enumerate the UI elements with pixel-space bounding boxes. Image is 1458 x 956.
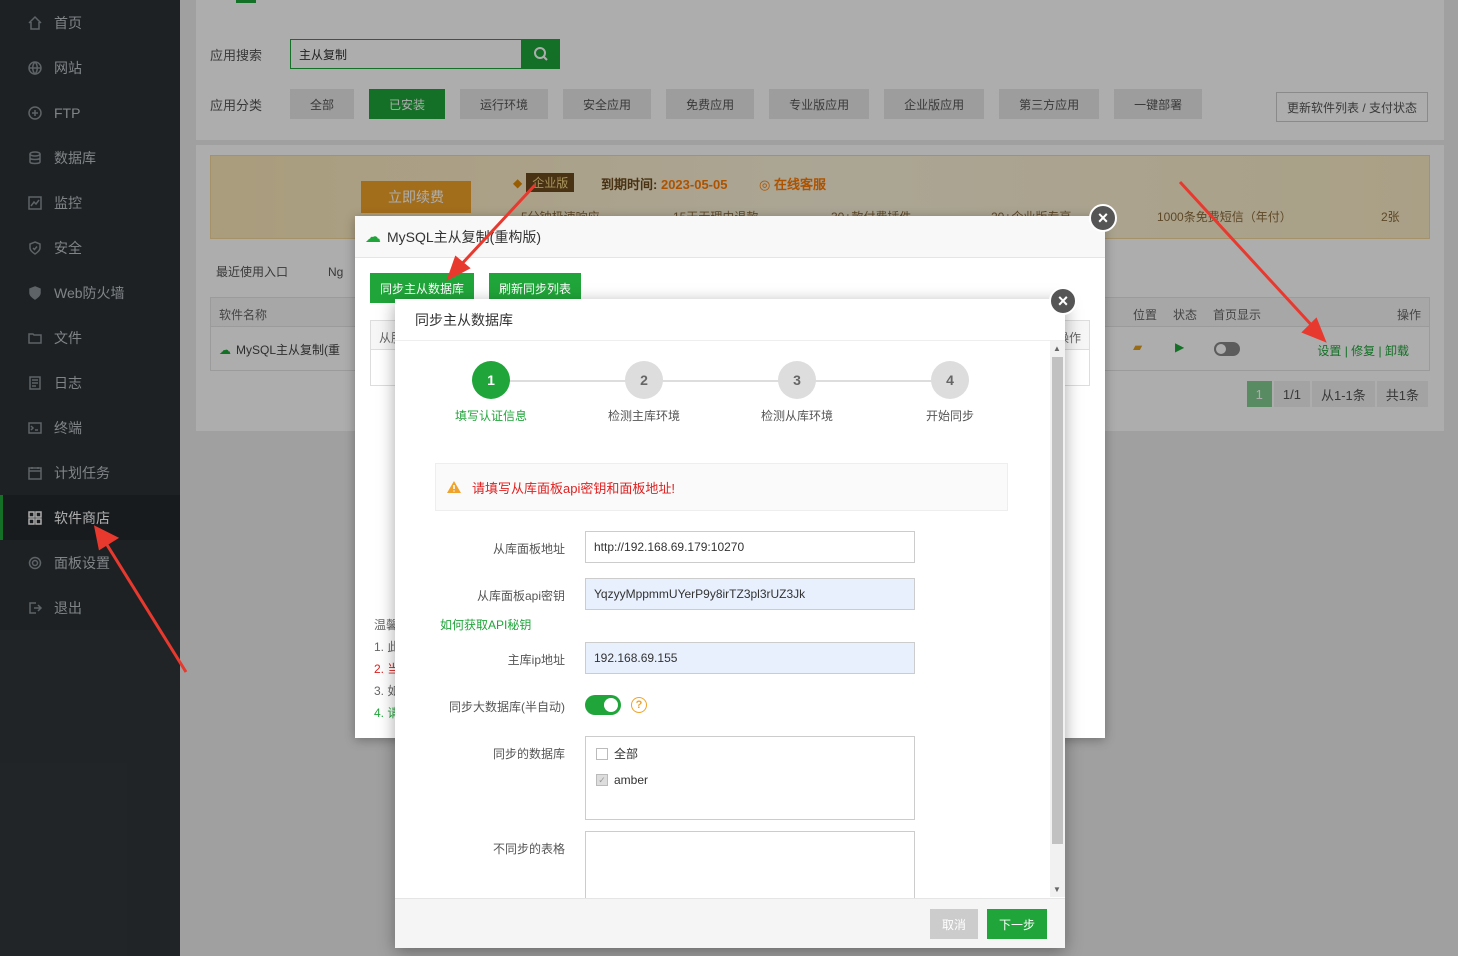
step-1: 1 填写认证信息 (441, 361, 541, 424)
sync-dbs-label: 同步的数据库 (492, 747, 565, 761)
scrollbar[interactable]: ▲ ▼ (1050, 341, 1065, 897)
help-icon[interactable]: ? (631, 697, 647, 713)
slave-url-input[interactable]: http://192.168.69.179:10270 (585, 531, 915, 563)
dialog-title: 同步主从数据库 (395, 299, 1065, 341)
warning-message: 请填写从库面板api密钥和面板地址! (435, 463, 1008, 511)
close-icon[interactable]: × (1089, 204, 1117, 232)
dialog-title: ☁ MySQL主从复制(重构版) (355, 216, 1105, 258)
scroll-thumb[interactable] (1052, 357, 1063, 844)
step-4: 4 开始同步 (900, 361, 1000, 424)
scroll-down-icon[interactable]: ▼ (1053, 885, 1061, 894)
scroll-up-icon[interactable]: ▲ (1053, 344, 1061, 353)
big-db-label: 同步大数据库(半自动) (449, 700, 565, 714)
database-list: 全部 ✓ amber (585, 736, 915, 820)
step-3: 3 检测从库环境 (747, 361, 847, 424)
api-help-link[interactable]: 如何获取API秘钥 (440, 616, 531, 633)
slave-url-label: 从库面板地址 (492, 542, 565, 556)
big-db-switch[interactable] (585, 695, 621, 715)
exclude-tables-label: 不同步的表格 (492, 842, 565, 856)
master-ip-input[interactable]: 192.168.69.155 (585, 642, 915, 674)
cloud-sync-icon: ☁ (365, 228, 381, 246)
checkbox[interactable] (596, 747, 608, 760)
step-2: 2 检测主库环境 (594, 361, 694, 424)
exclude-tables-textarea[interactable] (585, 831, 915, 901)
slave-api-label: 从库面板api密钥 (476, 589, 565, 603)
step-line (491, 380, 951, 382)
cancel-button[interactable]: 取消 (930, 909, 978, 939)
next-button[interactable]: 下一步 (987, 909, 1047, 939)
dialog-footer: 取消 下一步 (395, 898, 1065, 948)
step-indicator: 1 填写认证信息 2 检测主库环境 3 检测从库环境 4 开始同步 (435, 361, 995, 431)
master-ip-label: 主库ip地址 (507, 653, 565, 667)
checkbox[interactable]: ✓ (596, 774, 608, 786)
db-option-all[interactable]: 全部 (596, 745, 904, 762)
db-option-amber[interactable]: ✓ amber (596, 773, 904, 787)
close-icon[interactable]: × (1049, 287, 1077, 315)
slave-api-input[interactable]: YqzyyMppmmUYerP9y8irTZ3pl3rUZ3Jk (585, 578, 915, 610)
sync-database-dialog: 同步主从数据库 1 填写认证信息 2 检测主库环境 3 检测从库环境 4 开始同步 请填… (395, 299, 1065, 948)
warning-icon (447, 481, 461, 493)
